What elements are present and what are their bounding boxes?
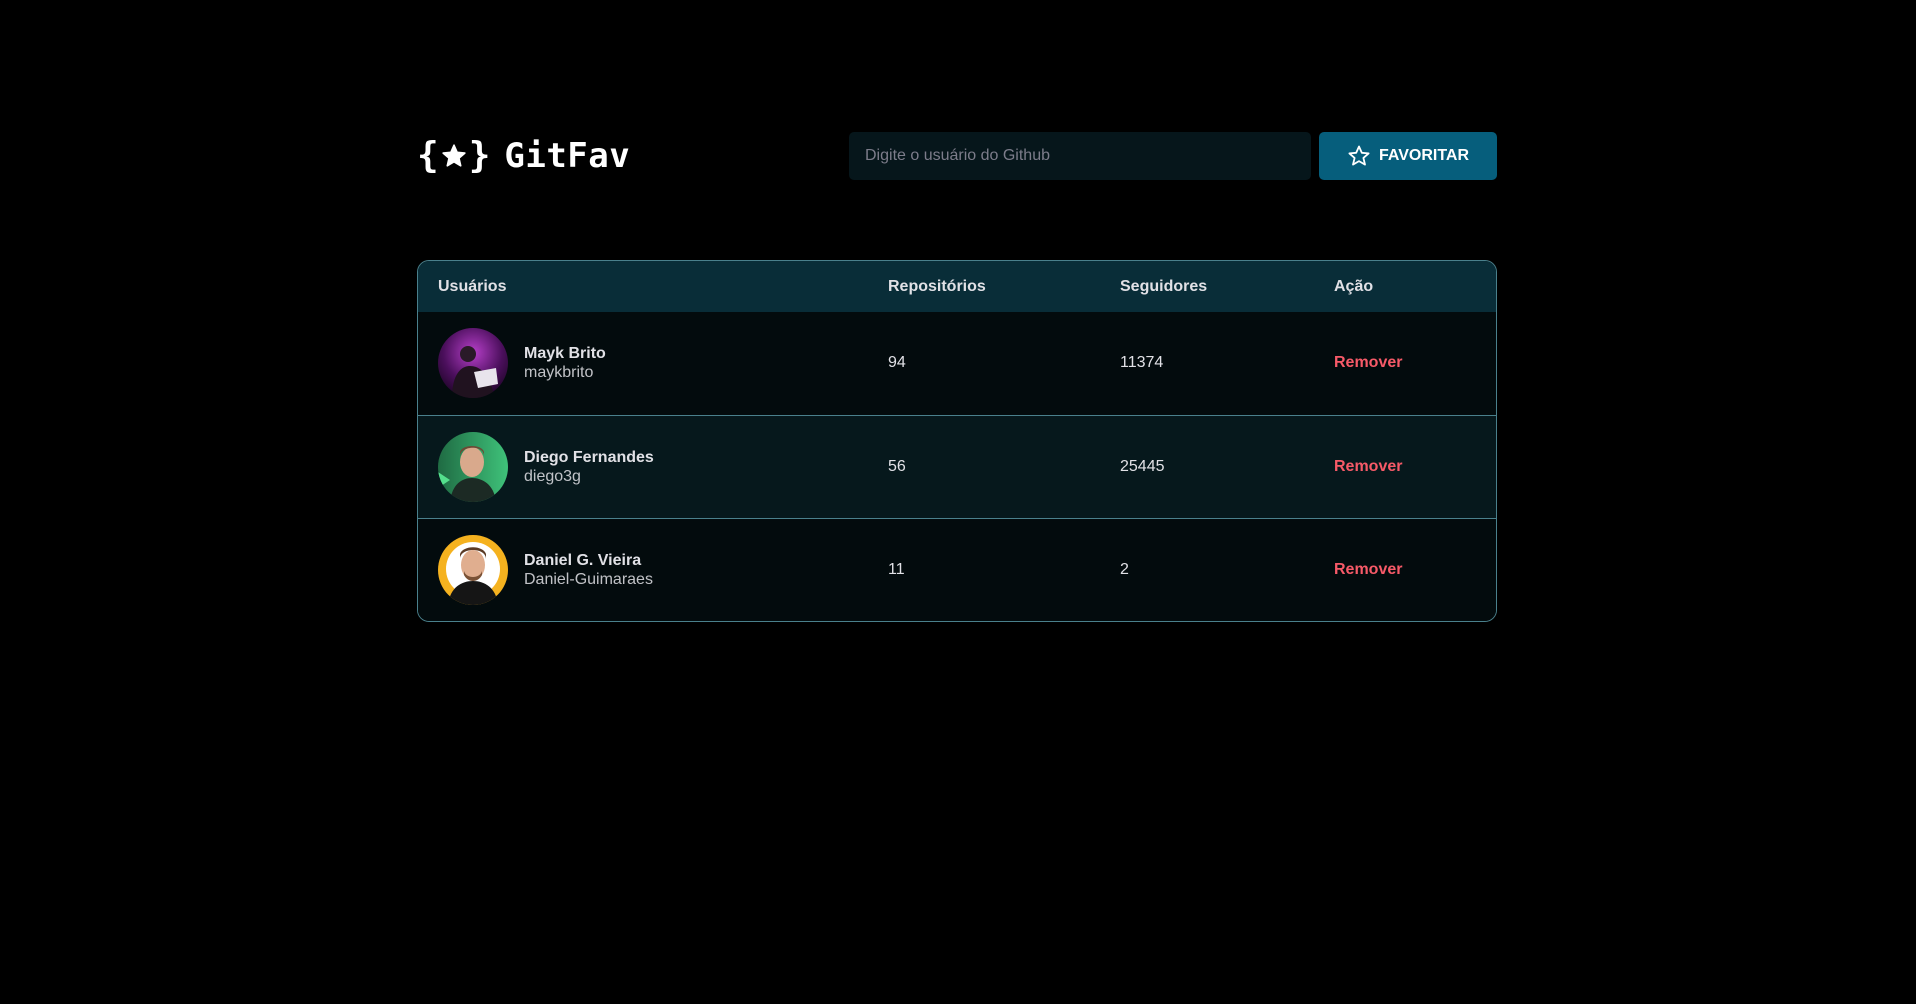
logo-star-icon [442,144,466,167]
avatar[interactable] [438,534,508,605]
column-users: Usuários [438,277,507,295]
user-name: Diego Fernandes [524,448,654,466]
column-action: Ação [1334,277,1374,295]
avatar[interactable] [438,431,508,502]
logo: { } GitFav [417,132,630,180]
followers-count: 25445 [1120,414,1334,518]
header: { } GitFav FAVORITAR [417,132,1497,180]
star-outline-icon [1348,145,1370,166]
repositories-count: 94 [888,354,906,372]
user-name: Mayk Brito [524,345,606,363]
table-row: Daniel G. Vieira Daniel-Guimaraes 11 2 R… [418,517,1496,621]
app: { } GitFav FAVORITAR Usuários [417,132,1497,622]
followers-count: 11374 [1120,354,1164,372]
favorite-button-label: FAVORITAR [1378,147,1470,164]
repositories-count: 11 [888,517,1120,621]
followers-count: 2 [1120,517,1334,621]
remove-button[interactable]: Remover [1334,561,1402,579]
table-row: Mayk Brito maykbrito 94 11374 Remover [418,312,1496,415]
repositories-count: 56 [888,414,1120,518]
search-input[interactable] [849,132,1311,180]
favorite-button[interactable]: FAVORITAR [1319,132,1497,180]
remove-button[interactable]: Remover [1334,458,1402,476]
table-row: Diego Fernandes diego3g 56 25445 Remover [418,414,1496,518]
search-bar: FAVORITAR [849,132,1497,180]
logo-text: GitFav [504,136,631,176]
user-cell: Mayk Brito maykbrito [438,328,888,399]
favorites-table: Usuários Repositórios Seguidores Ação Ma… [417,260,1497,622]
user-cell: Daniel G. Vieira Daniel-Guimaraes [438,534,888,605]
user-login: Daniel-Guimaraes [524,570,653,588]
column-repositories: Repositórios [888,277,986,295]
user-login: maykbrito [524,364,594,382]
remove-button[interactable]: Remover [1334,354,1402,372]
user-cell: Diego Fernandes diego3g [438,431,888,502]
user-login: diego3g [524,467,581,485]
avatar[interactable] [438,328,508,399]
star-braces-icon: { } [417,135,491,176]
user-name: Daniel G. Vieira [524,551,642,569]
table-header-row: Usuários Repositórios Seguidores Ação [418,261,1496,312]
column-followers: Seguidores [1120,277,1208,295]
